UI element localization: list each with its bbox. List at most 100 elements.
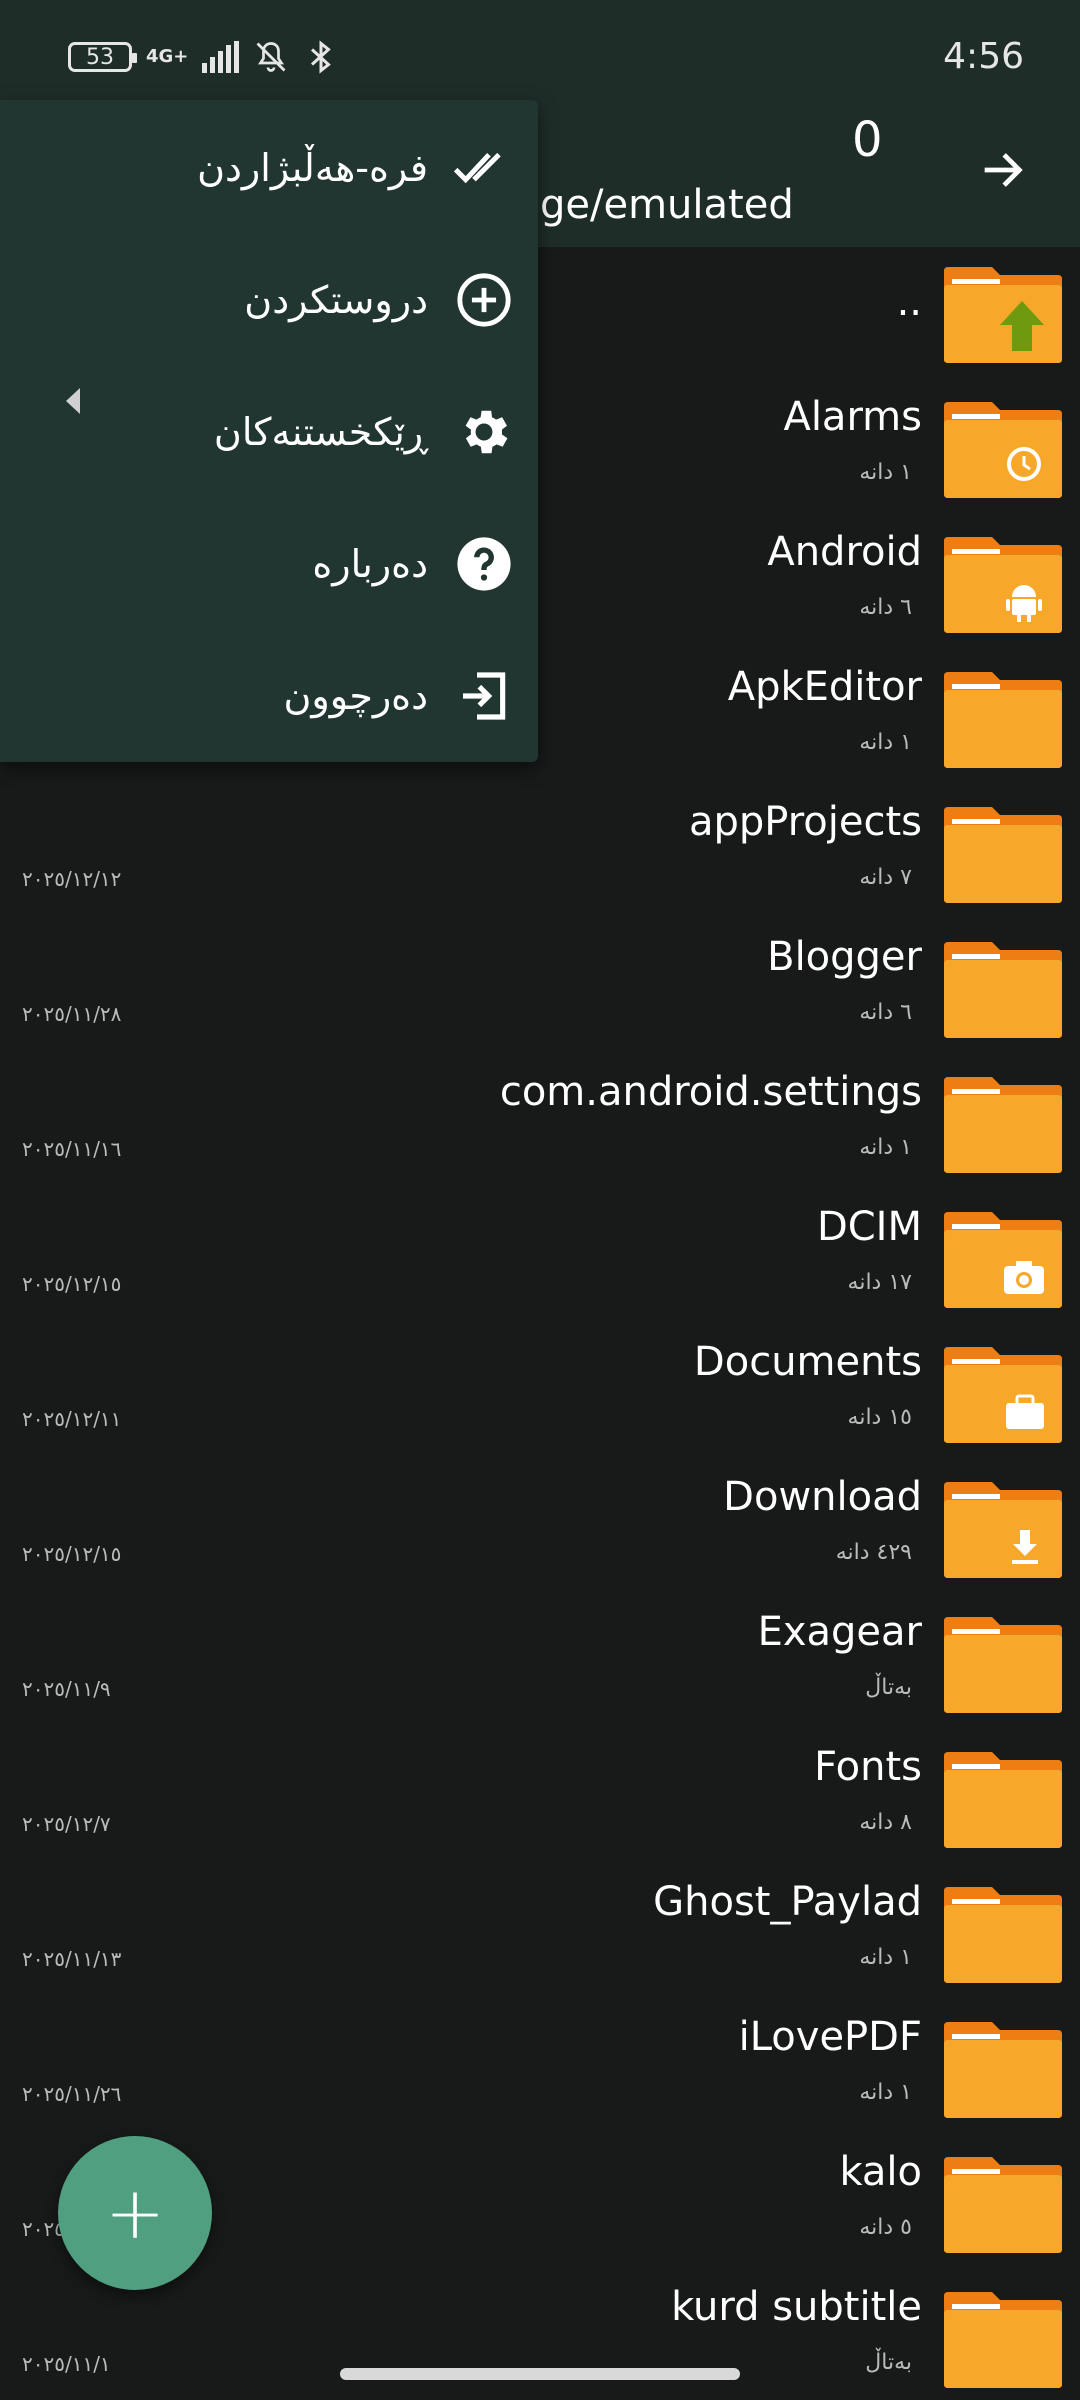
file-name: Exagear <box>757 1609 922 1655</box>
file-item-count: ١ دانە <box>859 460 912 485</box>
file-name: kurd subtitle <box>671 2284 922 2330</box>
file-name: kalo <box>839 2149 922 2195</box>
file-item-count: ١٧ دانە <box>847 1270 912 1295</box>
folder-briefcase-icon <box>944 1347 1062 1443</box>
folder-icon <box>944 942 1062 1038</box>
signal-icon <box>202 41 240 73</box>
folder-icon <box>944 2022 1062 2118</box>
plus-icon: + <box>104 2171 166 2255</box>
menu-item-label: فره-هەڵبژاردن <box>197 146 428 190</box>
menu-item-label: دەرچوون <box>283 674 428 718</box>
file-item-count: ٤٢٩ دانە <box>835 1540 912 1565</box>
file-name: DCIM <box>816 1204 922 1250</box>
file-item-count: بەتاڵ <box>865 1675 912 1700</box>
file-item-count: ٧ دانە <box>859 865 912 890</box>
forward-button[interactable] <box>970 138 1034 202</box>
folder-icon <box>944 1077 1062 1173</box>
file-date: ٢٠٢٥/١٢/٧ <box>22 1812 111 1836</box>
file-name: .. <box>896 279 922 325</box>
menu-item-label: دەربارە <box>312 542 428 586</box>
mute-bell-icon <box>256 42 286 72</box>
battery-icon: 53 <box>68 42 137 72</box>
file-name: ApkEditor <box>727 664 922 710</box>
status-time: 4:56 <box>943 36 1024 77</box>
folder-icon <box>944 1887 1062 1983</box>
file-item-count: ١ دانە <box>859 2080 912 2105</box>
file-row[interactable]: Fonts ٨ دانە ٢٠٢٥/١٢/٧ <box>0 1732 1080 1867</box>
file-item-count: ١٥ دانە <box>847 1405 912 1430</box>
menu-item-settings[interactable]: ڕێکخستنەکان <box>0 366 538 498</box>
add-circle-icon <box>454 270 514 330</box>
gear-icon <box>454 402 514 462</box>
folder-icon <box>944 2292 1062 2388</box>
file-name: Android <box>767 529 922 575</box>
file-manager-screen: 53 4G+ 4:56 0 ge/emulated .. Alarms ١ دانە… <box>0 0 1080 2400</box>
current-path[interactable]: ge/emulated <box>540 182 794 228</box>
folder-camera-icon <box>944 1212 1062 1308</box>
file-row[interactable]: iLovePDF ١ دانە ٢٠٢٥/١١/٢٦ <box>0 2002 1080 2137</box>
file-row[interactable]: appProjects ٧ دانە ٢٠٢٥/١٢/١٢ <box>0 787 1080 922</box>
menu-item-about[interactable]: دەربارە <box>0 498 538 630</box>
file-date: ٢٠٢٥/١٢/١١ <box>22 1407 122 1431</box>
file-name: Documents <box>693 1339 922 1385</box>
file-item-count: ٦ دانە <box>859 595 912 620</box>
folder-up-icon <box>944 267 1062 363</box>
file-date: ٢٠٢٥/١١/١٦ <box>22 1137 122 1161</box>
file-item-count: ٥ دانە <box>859 2215 912 2240</box>
file-row[interactable]: Documents ١٥ دانە ٢٠٢٥/١٢/١١ <box>0 1327 1080 1462</box>
selection-count: 0 <box>852 112 883 168</box>
file-item-count: ٦ دانە <box>859 1000 912 1025</box>
add-fab-button[interactable]: + <box>58 2136 212 2290</box>
file-item-count: ٨ دانە <box>859 1810 912 1835</box>
folder-icon <box>944 1617 1062 1713</box>
file-row[interactable]: Blogger ٦ دانە ٢٠٢٥/١١/٢٨ <box>0 922 1080 1057</box>
folder-alarm-icon <box>944 402 1062 498</box>
file-date: ٢٠٢٥/١١/٩ <box>22 1677 111 1701</box>
folder-icon <box>944 672 1062 768</box>
file-name: Ghost_Paylad <box>653 1879 922 1925</box>
file-date: ٢٠٢٥/١٢/١٥ <box>22 1542 122 1566</box>
file-date: ٢٠٢٥/١٢/١٢ <box>22 867 122 891</box>
home-indicator[interactable] <box>340 2368 740 2380</box>
help-icon <box>454 534 514 594</box>
file-row[interactable]: DCIM ١٧ دانە ٢٠٢٥/١٢/١٥ <box>0 1192 1080 1327</box>
file-row[interactable]: com.android.settings ١ دانە ٢٠٢٥/١١/١٦ <box>0 1057 1080 1192</box>
folder-icon <box>944 1752 1062 1848</box>
battery-level: 53 <box>86 44 114 70</box>
file-row[interactable]: kurd subtitle بەتاڵ ٢٠٢٥/١١/١ <box>0 2272 1080 2400</box>
menu-item-exit[interactable]: دەرچوون <box>0 630 538 762</box>
menu-item-label: ڕێکخستنەکان <box>213 410 428 454</box>
file-date: ٢٠٢٥/١١/٢٦ <box>22 2082 122 2106</box>
file-item-count: ١ دانە <box>859 1135 912 1160</box>
file-date: ٢٠٢٥/١١/١ <box>22 2352 111 2376</box>
overflow-menu: فره-هەڵبژاردن دروستکردن ڕێکخستنەکان دەرب… <box>0 100 538 762</box>
file-name: Fonts <box>814 1744 922 1790</box>
arrow-right-icon <box>984 153 1023 187</box>
exit-icon <box>454 666 514 726</box>
file-row[interactable]: Exagear بەتاڵ ٢٠٢٥/١١/٩ <box>0 1597 1080 1732</box>
multi-select-icon <box>454 138 514 198</box>
file-name: Download <box>723 1474 922 1520</box>
file-name: Blogger <box>767 934 922 980</box>
folder-icon <box>944 2157 1062 2253</box>
folder-android-icon <box>944 537 1062 633</box>
file-name: appProjects <box>689 799 922 845</box>
file-date: ٢٠٢٥/١١/١٣ <box>22 1947 122 1971</box>
menu-item-label: دروستکردن <box>244 278 428 322</box>
file-date: ٢٠٢٥/١١/٢٨ <box>22 1002 122 1026</box>
file-name: Alarms <box>783 394 922 440</box>
file-date: ٢٠٢٥/١٢/١٥ <box>22 1272 122 1296</box>
file-item-count: بەتاڵ <box>865 2350 912 2375</box>
menu-item-multi-select[interactable]: فره-هەڵبژاردن <box>0 102 538 234</box>
file-name: com.android.settings <box>499 1069 922 1115</box>
menu-item-create[interactable]: دروستکردن <box>0 234 538 366</box>
file-name: iLovePDF <box>738 2014 922 2060</box>
network-type: 4G+ <box>146 46 189 67</box>
file-item-count: ١ دانە <box>859 730 912 755</box>
file-row[interactable]: Ghost_Paylad ١ دانە ٢٠٢٥/١١/١٣ <box>0 1867 1080 2002</box>
folder-icon <box>944 807 1062 903</box>
file-row[interactable]: Download ٤٢٩ دانە ٢٠٢٥/١٢/١٥ <box>0 1462 1080 1597</box>
folder-download-icon <box>944 1482 1062 1578</box>
file-item-count: ١ دانە <box>859 1945 912 1970</box>
status-bar-icons: 53 4G+ <box>68 34 339 80</box>
